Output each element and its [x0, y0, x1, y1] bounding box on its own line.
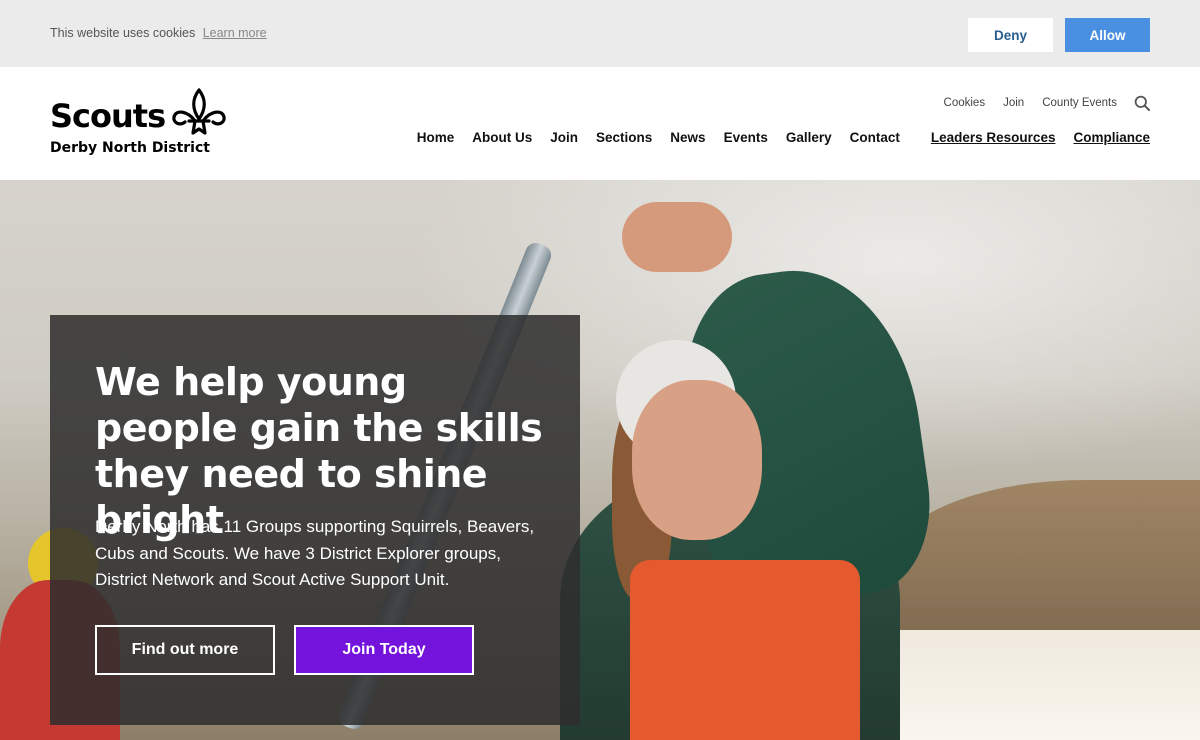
- nav-sections[interactable]: Sections: [596, 130, 652, 145]
- nav-events[interactable]: Events: [724, 130, 768, 145]
- nav-home[interactable]: Home: [417, 130, 455, 145]
- search-icon[interactable]: [1134, 95, 1150, 111]
- util-link-cookies[interactable]: Cookies: [944, 97, 986, 109]
- main-nav: Home About Us Join Sections News Events …: [399, 130, 1150, 145]
- find-out-more-button[interactable]: Find out more: [95, 625, 275, 675]
- join-today-button[interactable]: Join Today: [294, 625, 474, 675]
- hero-photo-life-vest: [630, 560, 860, 740]
- util-link-county-events[interactable]: County Events: [1042, 97, 1117, 109]
- cookie-message-text: This website uses cookies: [50, 26, 196, 40]
- hero-panel: We help young people gain the skills the…: [50, 315, 580, 725]
- utility-nav: Cookies Join County Events: [926, 95, 1150, 111]
- logo-wordmark[interactable]: Scouts: [50, 97, 166, 135]
- nav-contact[interactable]: Contact: [850, 130, 900, 145]
- nav-compliance[interactable]: Compliance: [1073, 130, 1150, 145]
- cookie-message: This website uses cookies Learn more: [50, 26, 267, 40]
- hero-photo-hand: [622, 202, 732, 272]
- site-header: Scouts Derby North District Cookies Join…: [0, 67, 1200, 180]
- nav-news[interactable]: News: [670, 130, 705, 145]
- fleur-de-lis-icon[interactable]: [170, 87, 228, 139]
- hero-description: Derby North has 11 Groups supporting Squ…: [95, 517, 535, 589]
- learn-more-link[interactable]: Learn more: [203, 26, 267, 40]
- hero-photo-water: [860, 630, 1200, 740]
- deny-button[interactable]: Deny: [968, 18, 1053, 52]
- nav-join[interactable]: Join: [550, 130, 578, 145]
- nav-leaders-resources[interactable]: Leaders Resources: [931, 130, 1056, 145]
- allow-button[interactable]: Allow: [1065, 18, 1150, 52]
- nav-gallery[interactable]: Gallery: [786, 130, 832, 145]
- nav-about-us[interactable]: About Us: [472, 130, 532, 145]
- hero-photo-face: [632, 380, 762, 540]
- cookie-banner: This website uses cookies Learn more Den…: [0, 0, 1200, 67]
- hero-section: We help young people gain the skills the…: [0, 180, 1200, 740]
- util-link-join[interactable]: Join: [1003, 97, 1024, 109]
- district-name: Derby North District: [50, 140, 210, 156]
